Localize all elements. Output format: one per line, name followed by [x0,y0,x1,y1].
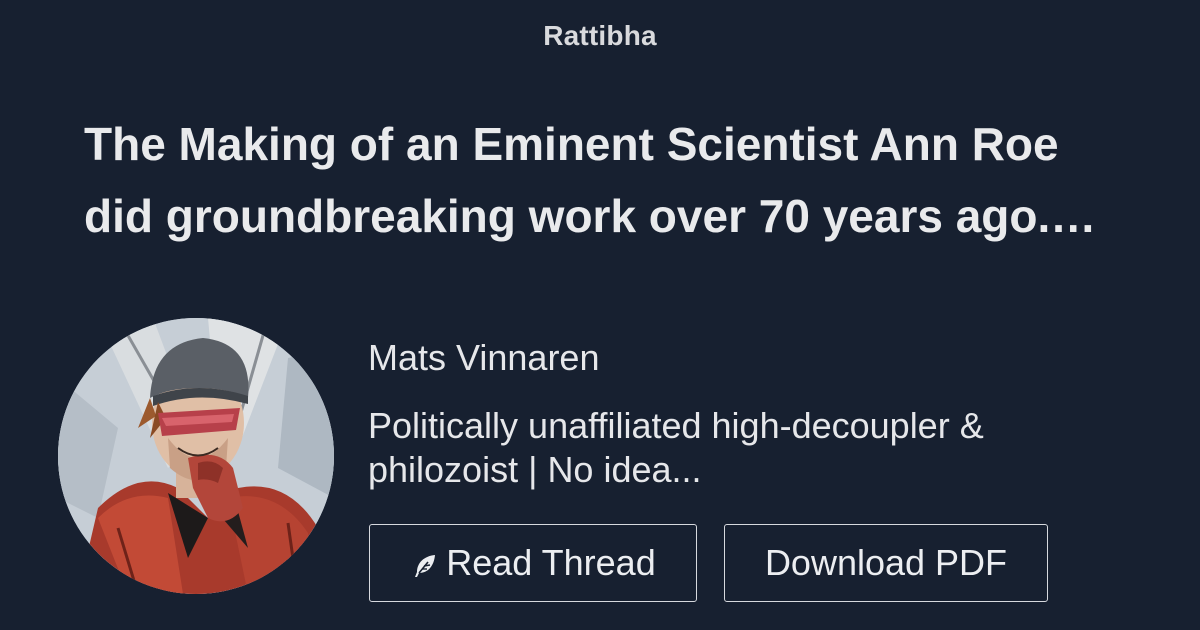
author-avatar [58,318,334,594]
download-pdf-button[interactable]: Download PDF [724,524,1048,602]
brand-name: Rattibha [543,20,657,51]
read-thread-label: Read Thread [446,542,656,583]
download-pdf-label: Download PDF [764,542,1008,583]
author-bio: Politically unaffiliated high-decoupler … [368,404,1128,492]
bio-line-2: philozoist | No idea... [368,449,702,490]
title-line-1: The Making of an Eminent Scientist Ann R… [84,118,1059,170]
read-thread-button[interactable]: Read Thread [369,524,697,602]
comic-avatar-icon [58,318,334,594]
author-name[interactable]: Mats Vinnaren [368,337,599,379]
bio-line-1: Politically unaffiliated high-decoupler … [368,405,984,446]
title-line-2: did groundbreaking work over 70 years ag… [84,190,1097,242]
feather-icon [410,551,440,581]
thread-title: The Making of an Eminent Scientist Ann R… [84,108,1144,252]
